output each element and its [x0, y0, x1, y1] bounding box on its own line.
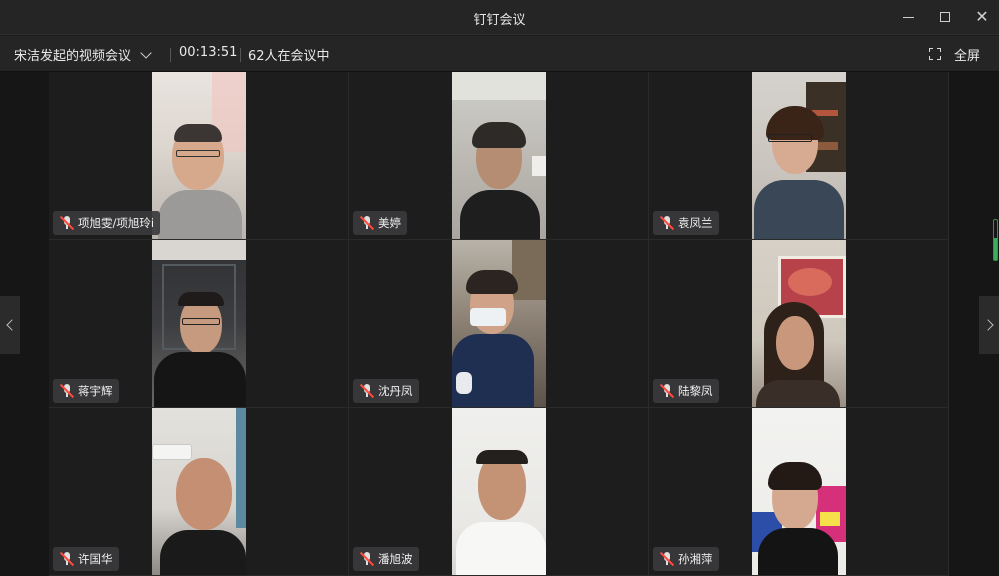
muted-mic-icon — [59, 551, 75, 567]
chevron-down-icon[interactable] — [140, 47, 152, 59]
fullscreen-button[interactable]: 全屏 — [929, 45, 981, 64]
participant-nametag: 潘旭波 — [353, 547, 419, 571]
participant-tile[interactable]: 项旭雯/项旭玲i — [49, 72, 348, 239]
minimize-icon — [902, 16, 914, 18]
muted-mic-icon — [359, 551, 375, 567]
fullscreen-label: 全屏 — [954, 48, 981, 64]
title-bar: 钉钉会议 ✕ — [0, 0, 999, 35]
participant-nametag: 袁凤兰 — [653, 211, 719, 235]
participant-video — [752, 240, 846, 407]
participant-video — [152, 408, 246, 575]
close-icon: ✕ — [975, 7, 989, 26]
participant-tile[interactable]: 孙湘萍 — [649, 408, 948, 575]
meeting-name[interactable]: 宋洁发起的视频会议 — [14, 45, 131, 64]
maximize-icon — [940, 12, 950, 22]
participant-name: 袁凤兰 — [678, 216, 713, 230]
participant-name: 孙湘萍 — [678, 552, 713, 566]
meeting-timer: 00:13:51 — [179, 45, 238, 60]
participant-tile[interactable]: 潘旭波 — [349, 408, 648, 575]
muted-mic-icon — [359, 215, 375, 231]
participant-name: 陆黎凤 — [678, 384, 713, 398]
participant-video — [452, 408, 546, 575]
participant-video — [452, 72, 546, 239]
participant-name: 潘旭波 — [378, 552, 413, 566]
close-button[interactable]: ✕ — [970, 6, 994, 28]
participant-nametag: 蒋宇辉 — [53, 379, 119, 403]
speaking-level-indicator — [993, 219, 998, 261]
muted-mic-icon — [659, 215, 675, 231]
participant-name: 项旭雯/项旭玲i — [78, 216, 155, 230]
participant-nametag: 美婷 — [353, 211, 407, 235]
participant-name: 蒋宇辉 — [78, 384, 113, 398]
video-stage: 项旭雯/项旭玲i 美婷 袁凤兰 蒋宇辉 沈丹凤 陆黎凤 许国华 潘旭波 孙湘萍 — [0, 72, 999, 576]
muted-mic-icon — [659, 383, 675, 399]
participant-tile[interactable]: 蒋宇辉 — [49, 240, 348, 407]
previous-page-button[interactable] — [0, 296, 20, 354]
participant-count[interactable]: 62人在会议中 — [248, 45, 330, 64]
app-title: 钉钉会议 — [473, 13, 526, 28]
participant-video — [152, 240, 246, 407]
participant-tile[interactable]: 陆黎凤 — [649, 240, 948, 407]
muted-mic-icon — [59, 215, 75, 231]
participant-video — [752, 408, 846, 575]
divider — [240, 48, 241, 62]
participant-video — [752, 72, 846, 239]
speaking-level-fill — [994, 238, 997, 260]
participant-name: 美婷 — [378, 216, 401, 230]
video-grid: 项旭雯/项旭玲i 美婷 袁凤兰 蒋宇辉 沈丹凤 陆黎凤 许国华 潘旭波 孙湘萍 — [49, 72, 949, 576]
participant-tile[interactable]: 美婷 — [349, 72, 648, 239]
divider — [170, 48, 171, 62]
maximize-button[interactable] — [933, 6, 957, 28]
participant-nametag: 项旭雯/项旭玲i — [53, 211, 161, 235]
participant-nametag: 陆黎凤 — [653, 379, 719, 403]
muted-mic-icon — [359, 383, 375, 399]
muted-mic-icon — [659, 551, 675, 567]
meeting-info-bar: 宋洁发起的视频会议 00:13:51 62人在会议中 全屏 — [0, 36, 999, 72]
participant-video — [152, 72, 246, 239]
chevron-right-icon — [981, 319, 994, 331]
minimize-button[interactable] — [896, 6, 920, 28]
participant-tile[interactable]: 许国华 — [49, 408, 348, 575]
participant-tile[interactable]: 袁凤兰 — [649, 72, 948, 239]
chevron-left-icon — [5, 319, 18, 331]
participant-nametag: 孙湘萍 — [653, 547, 719, 571]
participant-nametag: 沈丹凤 — [353, 379, 419, 403]
muted-mic-icon — [59, 383, 75, 399]
participant-video — [452, 240, 546, 407]
participant-tile[interactable]: 沈丹凤 — [349, 240, 648, 407]
participant-name: 沈丹凤 — [378, 384, 413, 398]
next-page-button[interactable] — [979, 296, 999, 354]
participant-name: 许国华 — [78, 552, 113, 566]
fullscreen-icon — [929, 48, 941, 60]
participant-nametag: 许国华 — [53, 547, 119, 571]
